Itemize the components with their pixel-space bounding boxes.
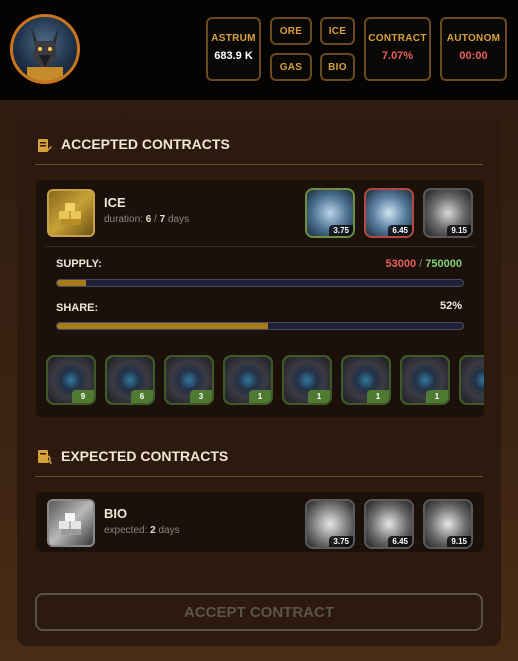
share-label: SHARE: — [56, 302, 99, 314]
stat-ore-label: ORE — [279, 26, 303, 37]
module-count: 9 — [72, 390, 94, 403]
expected-unit: days — [158, 525, 180, 536]
stat-astrum[interactable]: ASTRUM 683.9 K — [206, 17, 261, 81]
module-tile[interactable]: 3 — [164, 355, 214, 405]
top-bar: ASTRUM 683.9 K ORE GAS ICE BIO CONTRACT … — [0, 0, 518, 100]
thumb-value: 6.45 — [388, 536, 412, 547]
expected-contract-card[interactable] — [36, 492, 484, 552]
stat-ice-label: ICE — [328, 26, 347, 37]
bio-tier-1-thumb[interactable]: 3.75 — [305, 499, 355, 549]
stat-gas[interactable]: GAS — [270, 53, 312, 81]
duration-label: duration: — [104, 214, 143, 225]
thumb-value: 3.75 — [329, 536, 353, 547]
expected-contracts-title: EXPECTED CONTRACTS — [61, 448, 229, 464]
duration-separator: / — [154, 214, 157, 225]
stat-gas-label: GAS — [279, 62, 303, 73]
wolf-avatar-icon — [27, 27, 63, 81]
module-tile[interactable]: 1 — [282, 355, 332, 405]
accept-contract-button[interactable]: ACCEPT CONTRACT — [35, 593, 483, 631]
expected-label: expected: — [104, 525, 148, 536]
bio-tier-2-thumb[interactable]: 6.45 — [364, 499, 414, 549]
stat-ore[interactable]: ORE — [270, 17, 312, 45]
supply-label: SUPPLY: — [56, 258, 102, 270]
supply-total: 750000 — [425, 258, 462, 270]
module-tile[interactable]: 1 — [400, 355, 450, 405]
stat-bio[interactable]: BIO — [320, 53, 355, 81]
expected-resource-name: BIO — [104, 506, 128, 521]
share-progress-bar — [56, 322, 464, 330]
module-count: 3 — [190, 390, 212, 403]
divider — [35, 164, 483, 165]
avatar[interactable] — [10, 14, 80, 84]
module-tile-partial[interactable] — [459, 355, 484, 405]
stat-astrum-label: ASTRUM — [211, 33, 256, 44]
accepted-duration: duration: 6 / 7 days — [104, 214, 189, 225]
ice-resource-icon — [47, 189, 95, 237]
module-count: 1 — [367, 390, 389, 403]
thumb-value: 6.45 — [388, 225, 412, 236]
module-icon — [461, 357, 484, 403]
divider — [46, 246, 474, 247]
duration-total: 7 — [159, 214, 166, 225]
thumb-value: 3.75 — [329, 225, 353, 236]
module-tile[interactable]: 1 — [223, 355, 273, 405]
thumb-value: 9.15 — [447, 225, 471, 236]
stat-astrum-value: 683.9 K — [214, 50, 253, 62]
module-count: 1 — [308, 390, 330, 403]
supply-value: 53000 / 750000 — [340, 258, 463, 270]
ice-tier-1-thumb[interactable]: 3.75 — [305, 188, 355, 238]
supply-progress-bar — [56, 279, 464, 287]
module-count: 1 — [426, 390, 448, 403]
stat-autonom-value: 00:00 — [459, 50, 488, 62]
duration-current: 6 — [145, 214, 152, 225]
stat-autonom[interactable]: AUTONOM 00:00 — [440, 17, 507, 81]
module-count: 1 — [249, 390, 271, 403]
clipboard-search-icon — [38, 450, 52, 464]
stat-bio-label: BIO — [328, 62, 347, 73]
module-tile[interactable]: 9 — [46, 355, 96, 405]
supply-progress-fill — [57, 280, 86, 286]
module-tile[interactable]: 1 — [341, 355, 391, 405]
bio-tier-3-thumb[interactable]: 9.15 — [423, 499, 473, 549]
ice-tier-2-thumb[interactable]: 6.45 — [364, 188, 414, 238]
thumb-value: 9.15 — [447, 536, 471, 547]
accepted-contracts-title: ACCEPTED CONTRACTS — [61, 136, 230, 152]
divider — [35, 476, 483, 477]
ice-tier-3-thumb[interactable]: 9.15 — [423, 188, 473, 238]
stat-ice[interactable]: ICE — [320, 17, 355, 45]
supply-current: 53000 — [385, 258, 417, 270]
share-value: 52% — [439, 300, 462, 312]
supply-separator: / — [419, 258, 423, 270]
accepted-resource-name: ICE — [104, 195, 126, 210]
bio-resource-icon — [47, 499, 95, 547]
expected-time: expected: 2 days — [104, 525, 180, 536]
stat-contract-label: CONTRACT — [368, 33, 427, 44]
duration-unit: days — [167, 214, 190, 225]
clipboard-edit-icon — [38, 139, 52, 152]
stat-contract-value: 7.07% — [381, 50, 414, 62]
module-count: 6 — [131, 390, 153, 403]
stat-autonom-label: AUTONOM — [446, 33, 501, 44]
module-row: 9 6 3 1 1 1 1 — [36, 352, 484, 410]
expected-value: 2 — [150, 525, 156, 536]
stat-contract[interactable]: CONTRACT 7.07% — [364, 17, 431, 81]
module-tile[interactable]: 6 — [105, 355, 155, 405]
share-progress-fill — [57, 323, 269, 329]
